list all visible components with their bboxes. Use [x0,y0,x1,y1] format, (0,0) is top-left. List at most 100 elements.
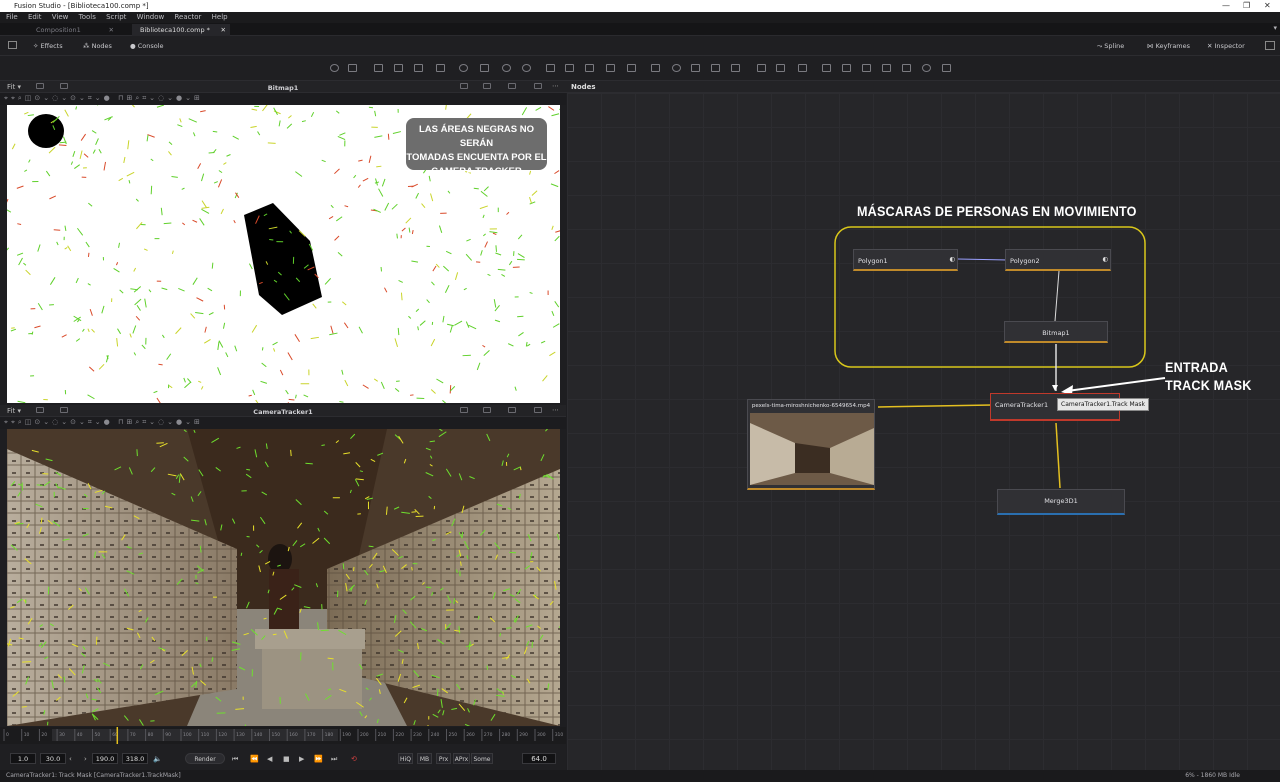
rewind-icon[interactable]: ⏪ [250,754,259,764]
renderer3d-tool-icon[interactable] [902,64,911,72]
close-tab-icon[interactable]: ✕ [109,24,114,36]
viewer-a-icon[interactable] [508,83,516,89]
some-toggle[interactable]: Some [471,753,493,764]
particle-tool-icon[interactable] [459,64,468,72]
crop-tool-icon[interactable] [627,64,636,72]
audio-icon[interactable]: 🔈 [153,754,162,764]
go-to-start-icon[interactable]: ⏮ [232,754,238,764]
step-forward-icon[interactable]: › [84,754,87,764]
keyframes-button[interactable]: ⋈ Keyframes [1147,41,1190,51]
stop-icon[interactable]: ■ [283,754,290,764]
matte-tool-icon[interactable] [565,64,574,72]
minimize-icon[interactable]: — [1222,0,1230,12]
rectangle-mask-icon[interactable] [651,64,660,72]
panel-toggle-right-icon[interactable] [1265,41,1275,50]
viewer1-image[interactable]: LAS ÁREAS NEGRAS NO SERÁN TOMADAS ENCUEN… [7,105,560,403]
menu-file[interactable]: File [6,13,18,21]
text3d-tool-icon[interactable] [942,64,951,72]
viewer-stereo-icon[interactable] [483,83,491,89]
channel-tool-icon[interactable] [546,64,555,72]
color-correct-tool-icon[interactable] [502,64,511,72]
hiq-toggle[interactable]: HiQ [398,753,413,764]
viewer-b-icon[interactable] [534,407,542,413]
play-reverse-icon[interactable]: ◀ [267,754,272,764]
aprx-toggle[interactable]: APrx [453,753,470,764]
blur-tool-icon[interactable] [522,64,531,72]
node-merge3d1[interactable]: Merge3D1 [997,489,1125,515]
restore-icon[interactable]: ❐ [1243,0,1250,12]
background-tool-icon[interactable] [330,64,339,72]
node-graph[interactable]: MÁSCARAS DE PERSONAS EN MOVIMIENTO ENTRA… [567,93,1280,770]
camera3d-tool-icon[interactable] [842,64,851,72]
menu-script[interactable]: Script [106,13,126,21]
fastnoise-tool-icon[interactable] [374,64,383,72]
viewer-options-icon[interactable] [460,83,468,89]
track-mark [549,351,556,357]
global-start-field[interactable]: 1.0 [10,753,36,764]
node-polygon2[interactable]: Polygon2 ◐ [1005,249,1111,271]
transform-tool-icon[interactable] [606,64,615,72]
prx-toggle[interactable]: Prx [436,753,451,764]
render-start-field[interactable]: 30.0 [40,753,66,764]
viewer-a-icon[interactable] [508,407,516,413]
menu-reactor[interactable]: Reactor [174,13,201,21]
track-mark [272,341,278,346]
render-end-field[interactable]: 190.0 [92,753,118,764]
viewer-options-icon[interactable] [460,407,468,413]
play-icon[interactable]: ▶ [299,754,304,764]
tab-biblioteca[interactable]: Biblioteca100.comp * ✕ [132,24,230,36]
current-frame-field[interactable]: 64.0 [522,753,556,764]
step-back-icon[interactable]: ‹ [69,754,72,764]
track-mark [127,140,130,150]
merge3d-tool-icon[interactable] [882,64,891,72]
viewer1-tools-icon[interactable]: ⌖⌖⌕◫⊙⌄◌⌄⊙⌄⌗⌄● ⊓⊞⌕⌗⌄◌⌄●⌄⊞ [4,94,203,103]
node-bitmap1[interactable]: Bitmap1 [1004,321,1108,343]
resize-tool-icon[interactable] [585,64,594,72]
close-icon[interactable]: ✕ [1264,0,1271,12]
menu-help[interactable]: Help [212,13,228,21]
panel-toggle-icon[interactable] [8,41,17,49]
global-end-field[interactable]: 318.0 [122,753,148,764]
node-polygon1[interactable]: Polygon1 ◐ [853,249,958,271]
brightness-tool-icon[interactable] [480,64,489,72]
camera-tracker-icon[interactable] [798,64,807,72]
go-to-end-icon[interactable]: ⏭ [331,754,337,764]
viewer2-tools-icon[interactable]: ⌖⌖⌕◫⊙⌄◌⌄⊙⌄⌗⌄● ⊓⊞⌕⌗⌄◌⌄●⌄⊞ [4,418,203,427]
menu-window[interactable]: Window [137,13,165,21]
menu-edit[interactable]: Edit [28,13,42,21]
tracker-tool-icon[interactable] [757,64,766,72]
text-tool-icon[interactable] [414,64,423,72]
viewer2-image[interactable] [7,429,560,726]
effects-button[interactable]: ✧ Effects [33,41,63,51]
timeline-ruler[interactable]: 0 10 20 30 40 50 60 70 80 90 100 110 120 130 140 150 160… [0,727,566,744]
menu-view[interactable]: View [52,13,69,21]
more-icon[interactable]: ⋯ [552,82,559,90]
chevron-down-icon[interactable]: ▾ [1273,24,1277,32]
paint-tool-icon[interactable] [436,64,445,72]
fast-forward-icon[interactable]: ⏩ [314,754,323,764]
bitmap-mask-icon[interactable] [731,64,740,72]
node-loader[interactable]: pexels-tima-miroshnichenko-6549654.mp4 [747,399,875,490]
menu-tools[interactable]: Tools [79,13,96,21]
viewer-b-icon[interactable] [534,83,542,89]
loader-tool-icon[interactable] [348,64,357,72]
loop-icon[interactable]: ⟲ [351,754,357,764]
console-button[interactable]: ● Console [130,41,164,51]
merge-tool-icon[interactable] [394,64,403,72]
nodes-button[interactable]: ⁂ Nodes [83,41,112,51]
bspline-mask-icon[interactable] [711,64,720,72]
spline-button[interactable]: ⤳ Spline [1097,41,1124,51]
viewer-stereo-icon[interactable] [483,407,491,413]
light-tool-icon[interactable] [922,64,931,72]
shape3d-tool-icon[interactable] [822,64,831,72]
inspector-button[interactable]: ✕ Inspector [1207,41,1245,51]
polygon-mask-icon[interactable] [691,64,700,72]
imageplane3d-tool-icon[interactable] [862,64,871,72]
planar-tracker-icon[interactable] [776,64,785,72]
ellipse-mask-icon[interactable] [672,64,681,72]
close-tab-icon[interactable]: ✕ [221,24,226,36]
tab-composition1[interactable]: Composition1 ✕ [28,24,118,36]
more-icon[interactable]: ⋯ [552,406,559,414]
render-button[interactable]: Render [185,753,225,764]
mb-toggle[interactable]: MB [417,753,432,764]
